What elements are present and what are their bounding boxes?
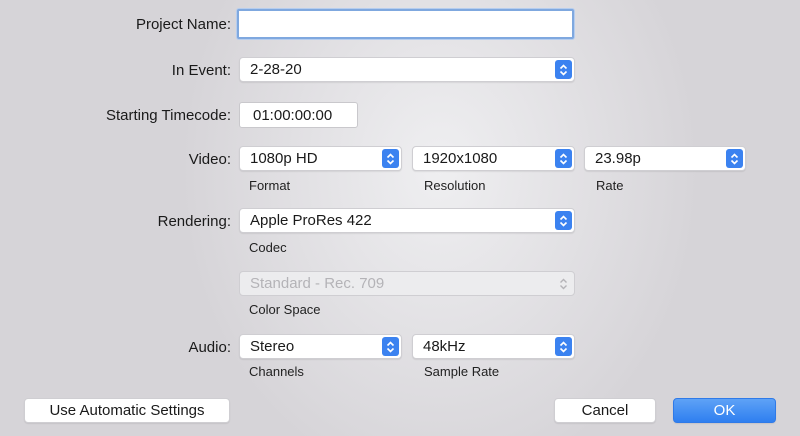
color-space-value: Standard - Rec. 709 [250,275,385,292]
video-rate-popup[interactable]: 23.98p [584,146,746,171]
chevron-up-down-icon [555,337,572,356]
video-label: Video: [188,151,231,168]
chevron-up-down-icon [555,149,572,168]
audio-sample-rate-value: 48kHz [423,338,466,355]
chevron-up-down-icon [726,149,743,168]
in-event-popup[interactable]: 2-28-20 [239,57,575,82]
video-rate-caption: Rate [596,178,624,193]
chevron-up-down-icon [382,337,399,356]
rendering-codec-popup[interactable]: Apple ProRes 422 [239,208,575,233]
audio-channels-caption: Channels [249,364,304,379]
video-format-value: 1080p HD [250,150,318,167]
starting-timecode-label: Starting Timecode: [105,107,231,124]
audio-sample-rate-popup[interactable]: 48kHz [412,334,575,359]
chevron-up-down-icon [382,149,399,168]
in-event-label: In Event: [171,62,231,79]
chevron-up-down-icon [555,60,572,79]
color-space-caption: Color Space [249,302,321,317]
video-format-caption: Format [249,178,291,193]
chevron-up-down-icon [555,211,572,230]
audio-channels-value: Stereo [250,338,295,355]
use-automatic-settings-button[interactable]: Use Automatic Settings [24,398,230,423]
video-resolution-caption: Resolution [424,178,486,193]
in-event-value: 2-28-20 [250,61,302,78]
video-format-popup[interactable]: 1080p HD [239,146,402,171]
ok-button[interactable]: OK [673,398,776,423]
starting-timecode-input[interactable]: 01:00:00:00 [239,102,358,128]
chevron-up-down-icon [555,274,572,293]
project-name-input[interactable] [237,9,574,39]
cancel-button[interactable]: Cancel [554,398,656,423]
color-space-popup: Standard - Rec. 709 [239,271,575,296]
audio-label: Audio: [188,339,231,356]
rendering-codec-value: Apple ProRes 422 [250,212,372,229]
audio-sample-rate-caption: Sample Rate [424,364,500,379]
video-rate-value: 23.98p [595,150,641,167]
rendering-codec-caption: Codec [249,240,287,255]
rendering-label: Rendering: [157,213,231,230]
video-resolution-value: 1920x1080 [423,150,498,167]
video-resolution-popup[interactable]: 1920x1080 [412,146,575,171]
audio-channels-popup[interactable]: Stereo [239,334,402,359]
project-name-label: Project Name: [135,16,231,33]
